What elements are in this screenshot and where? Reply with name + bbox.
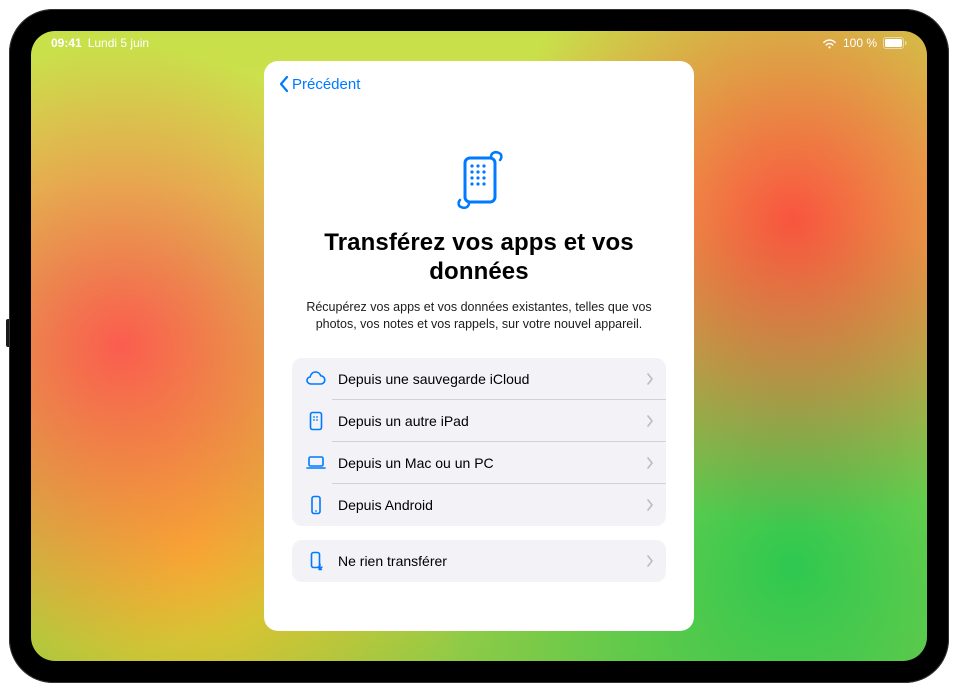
option-from-mac-or-pc[interactable]: Depuis un Mac ou un PC <box>292 442 666 484</box>
battery-percent: 100 % <box>843 36 877 50</box>
back-button[interactable]: Précédent <box>278 75 360 93</box>
chevron-right-icon <box>646 555 654 567</box>
phone-skip-icon <box>304 549 328 573</box>
chevron-right-icon <box>646 415 654 427</box>
options-container: Depuis une sauvegarde iCloud <box>292 358 666 596</box>
back-label: Précédent <box>292 76 360 93</box>
battery-icon <box>883 37 907 49</box>
status-date: Lundi 5 juin <box>88 36 149 50</box>
status-time: 09:41 <box>51 36 82 50</box>
status-left: 09:41 Lundi 5 juin <box>51 36 149 50</box>
chevron-right-icon <box>646 373 654 385</box>
ipad-screen: 09:41 Lundi 5 juin 100 % <box>31 31 927 661</box>
option-label: Ne rien transférer <box>338 553 646 569</box>
wifi-icon <box>822 38 837 49</box>
option-label: Depuis Android <box>338 497 646 513</box>
ipad-device-frame: 09:41 Lundi 5 juin 100 % <box>9 9 949 683</box>
chevron-left-icon <box>278 75 290 93</box>
onboarding-modal: Précédent <box>264 61 694 631</box>
option-group-secondary: Ne rien transférer <box>292 540 666 582</box>
page-subtitle: Récupérez vos apps et vos données exista… <box>264 299 694 334</box>
page-title: Transférez vos apps et vos données <box>264 229 694 287</box>
transfer-hero-icon <box>443 145 515 217</box>
phone-icon <box>304 493 328 517</box>
device-side-button <box>6 319 9 347</box>
option-from-another-ipad[interactable]: Depuis un autre iPad <box>292 400 666 442</box>
chevron-right-icon <box>646 457 654 469</box>
option-label: Depuis un autre iPad <box>338 413 646 429</box>
ipad-icon <box>304 409 328 433</box>
laptop-icon <box>304 451 328 475</box>
status-bar: 09:41 Lundi 5 juin 100 % <box>31 31 927 55</box>
status-right: 100 % <box>822 36 907 50</box>
cloud-icon <box>304 367 328 391</box>
option-label: Depuis un Mac ou un PC <box>338 455 646 471</box>
option-from-android[interactable]: Depuis Android <box>292 484 666 526</box>
option-label: Depuis une sauvegarde iCloud <box>338 371 646 387</box>
option-dont-transfer[interactable]: Ne rien transférer <box>292 540 666 582</box>
option-group-primary: Depuis une sauvegarde iCloud <box>292 358 666 526</box>
option-from-icloud-backup[interactable]: Depuis une sauvegarde iCloud <box>292 358 666 400</box>
chevron-right-icon <box>646 499 654 511</box>
